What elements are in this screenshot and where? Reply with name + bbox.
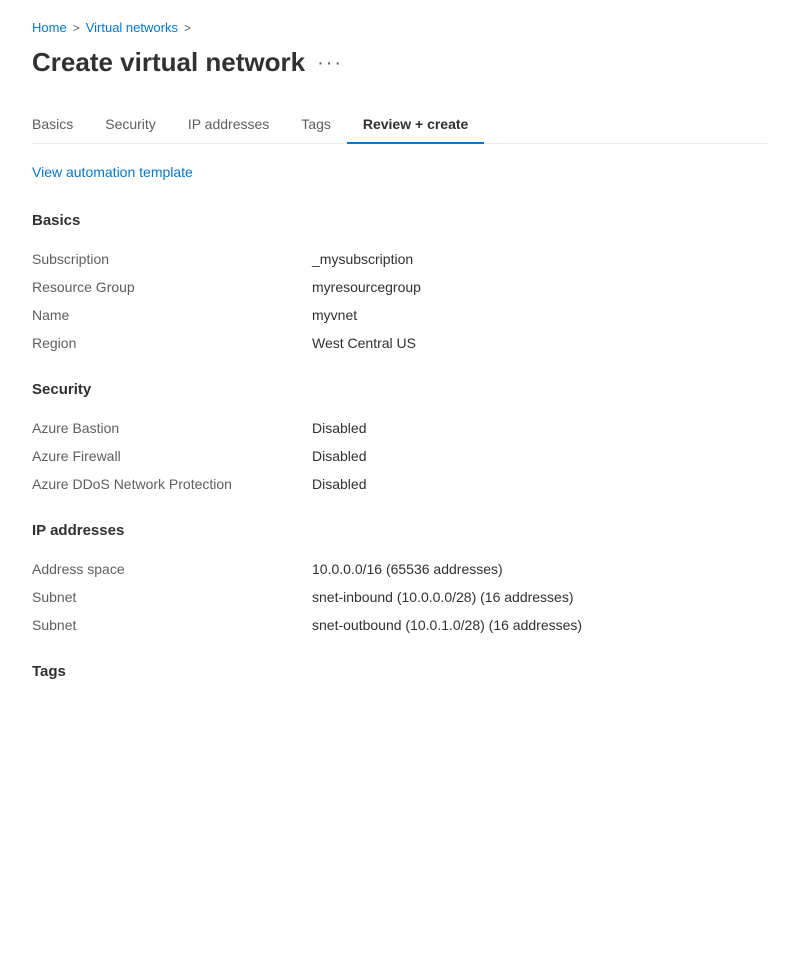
detail-value: myresourcegroup: [312, 279, 421, 295]
detail-row: Subscription_mysubscription: [32, 245, 767, 273]
page-title: Create virtual network: [32, 47, 305, 78]
detail-row: Azure DDoS Network ProtectionDisabled: [32, 470, 767, 498]
page-title-row: Create virtual network ···: [32, 47, 767, 78]
detail-label: Azure DDoS Network Protection: [32, 476, 312, 492]
section-security: Security Azure BastionDisabledAzure Fire…: [32, 381, 767, 498]
section-tags: Tags: [32, 663, 767, 680]
detail-row: Resource Groupmyresourcegroup: [32, 273, 767, 301]
detail-value: myvnet: [312, 307, 357, 323]
section-tags-title: Tags: [32, 663, 767, 680]
detail-value: Disabled: [312, 420, 366, 436]
section-basics: Basics Subscription_mysubscriptionResour…: [32, 212, 767, 357]
detail-row: Azure FirewallDisabled: [32, 442, 767, 470]
section-ip-addresses: IP addresses Address space10.0.0.0/16 (6…: [32, 522, 767, 639]
detail-row: Subnetsnet-outbound (10.0.1.0/28) (16 ad…: [32, 611, 767, 639]
section-security-title: Security: [32, 381, 767, 398]
detail-label: Azure Bastion: [32, 420, 312, 436]
tab-basics[interactable]: Basics: [32, 106, 89, 144]
basics-fields: Subscription_mysubscriptionResource Grou…: [32, 245, 767, 357]
automation-template-link[interactable]: View automation template: [32, 164, 193, 180]
ip-fields: Address space10.0.0.0/16 (65536 addresse…: [32, 555, 767, 639]
detail-value: snet-inbound (10.0.0.0/28) (16 addresses…: [312, 589, 574, 605]
tab-tags[interactable]: Tags: [285, 106, 347, 144]
detail-label: Resource Group: [32, 279, 312, 295]
detail-value: Disabled: [312, 476, 366, 492]
tab-ip-addresses[interactable]: IP addresses: [172, 106, 285, 144]
page-title-menu-button[interactable]: ···: [317, 53, 343, 73]
breadcrumb: Home > Virtual networks >: [32, 20, 767, 35]
detail-value: _mysubscription: [312, 251, 413, 267]
detail-label: Region: [32, 335, 312, 351]
detail-label: Subnet: [32, 617, 312, 633]
detail-row: Address space10.0.0.0/16 (65536 addresse…: [32, 555, 767, 583]
security-fields: Azure BastionDisabledAzure FirewallDisab…: [32, 414, 767, 498]
detail-row: Subnetsnet-inbound (10.0.0.0/28) (16 add…: [32, 583, 767, 611]
detail-value: snet-outbound (10.0.1.0/28) (16 addresse…: [312, 617, 582, 633]
tab-security[interactable]: Security: [89, 106, 172, 144]
detail-value: West Central US: [312, 335, 416, 351]
breadcrumb-home[interactable]: Home: [32, 20, 67, 35]
detail-row: Namemyvnet: [32, 301, 767, 329]
detail-label: Address space: [32, 561, 312, 577]
section-ip-addresses-title: IP addresses: [32, 522, 767, 539]
detail-row: RegionWest Central US: [32, 329, 767, 357]
detail-value: Disabled: [312, 448, 366, 464]
breadcrumb-virtual-networks[interactable]: Virtual networks: [86, 20, 178, 35]
detail-label: Azure Firewall: [32, 448, 312, 464]
breadcrumb-sep-2: >: [184, 21, 191, 35]
tabs-nav: Basics Security IP addresses Tags Review…: [32, 106, 767, 144]
detail-label: Name: [32, 307, 312, 323]
detail-row: Azure BastionDisabled: [32, 414, 767, 442]
detail-label: Subscription: [32, 251, 312, 267]
section-basics-title: Basics: [32, 212, 767, 229]
detail-label: Subnet: [32, 589, 312, 605]
breadcrumb-sep-1: >: [73, 21, 80, 35]
tab-review-create[interactable]: Review + create: [347, 106, 484, 144]
detail-value: 10.0.0.0/16 (65536 addresses): [312, 561, 503, 577]
